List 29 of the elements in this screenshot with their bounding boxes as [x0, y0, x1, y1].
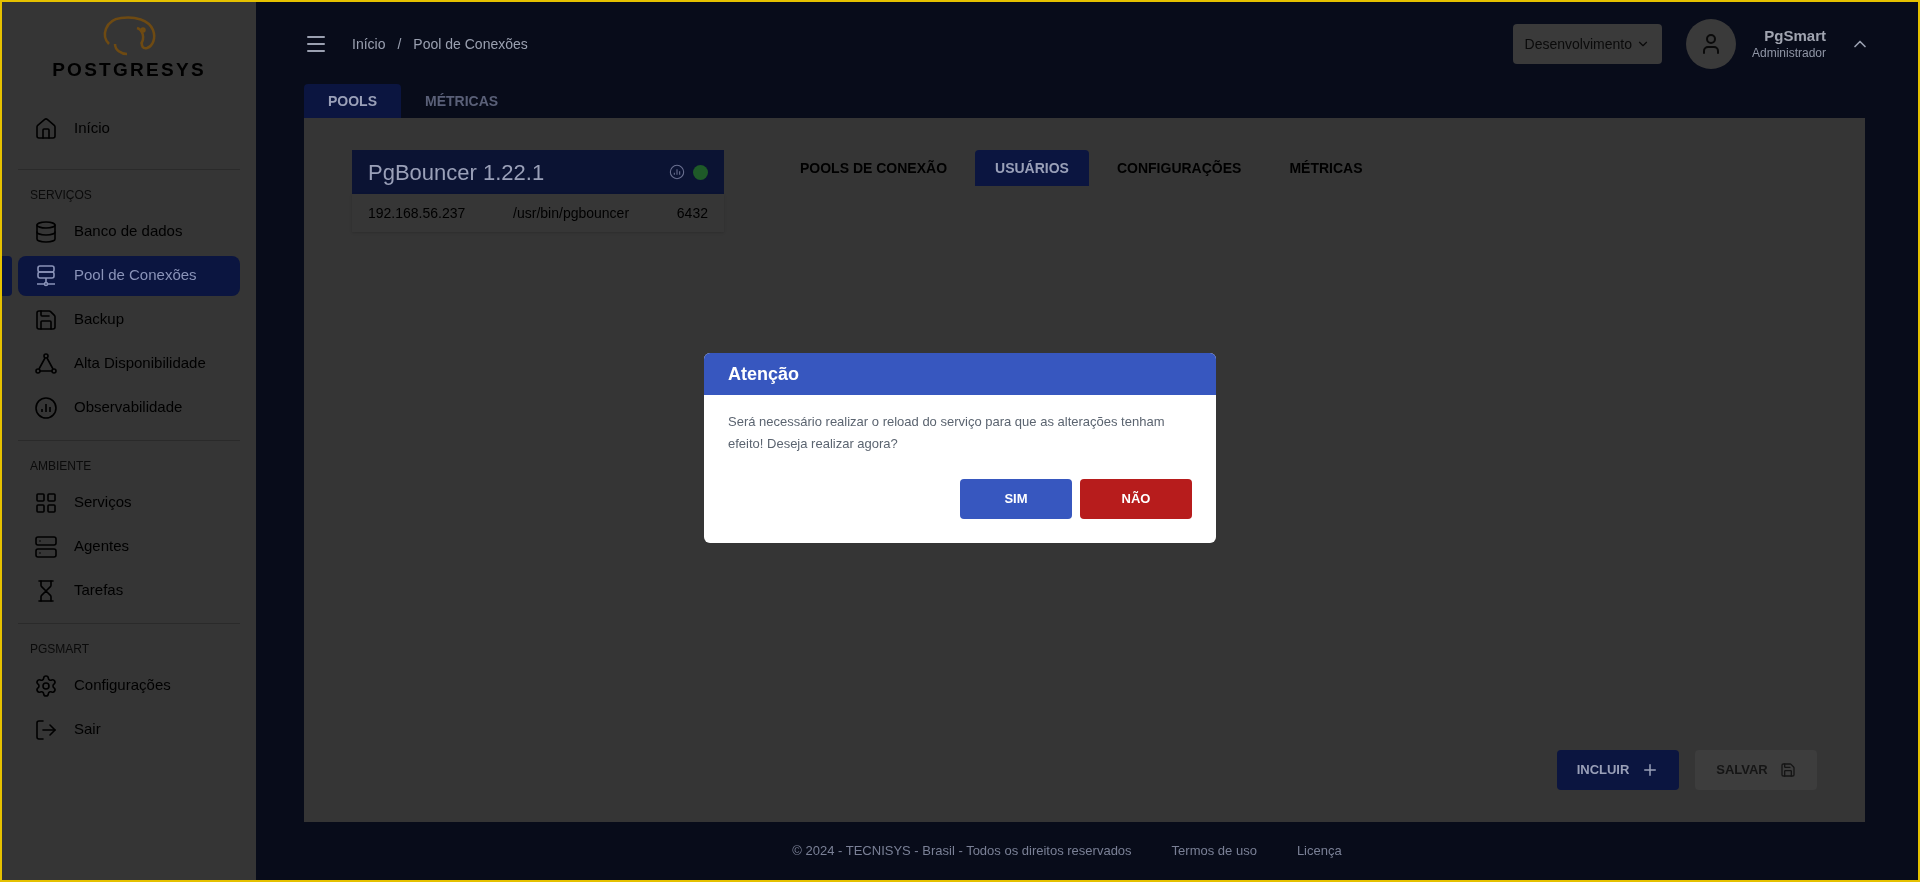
pool-title: PgBouncer 1.22.1 [368, 158, 546, 187]
house-icon [34, 116, 58, 141]
sidebar-item[interactable]: Pool de Conexões [18, 255, 240, 296]
footer-link[interactable]: Licença [1296, 841, 1342, 861]
confirm-button[interactable]: SIM [960, 479, 1072, 519]
breadcrumb-link[interactable]: Início [352, 33, 386, 55]
chart-circle-icon[interactable] [669, 164, 685, 180]
breadcrumb-link[interactable]: Pool de Conexões [413, 33, 528, 55]
cancel-button[interactable]: NÃO [1080, 479, 1192, 519]
user-role: Administrador [1751, 45, 1826, 61]
tab[interactable]: POOLS [304, 84, 401, 118]
chart-circle-icon [34, 395, 58, 420]
grid-icon [34, 490, 58, 515]
user-name: PgSmart [1764, 27, 1826, 46]
settings-icon [34, 673, 58, 698]
tab[interactable]: MÉTRICAS [401, 84, 523, 118]
copyright-text: © 2024 - TECNISYS - Brasil - Todos os direitos reservados [792, 842, 1132, 861]
dialog-message: Será necessário realizar o reload do serviço para que as alterações tenham efeito! Deseja realizar agora? [727, 413, 1166, 453]
logout-icon [34, 717, 58, 742]
server-icon [34, 534, 58, 559]
breadcrumb-separator: / [397, 34, 402, 54]
tab[interactable]: USUÁRIOS [975, 150, 1089, 186]
database-icon [34, 219, 58, 244]
server-network-icon [34, 263, 58, 288]
triangle-nodes-icon [34, 351, 58, 376]
active-indicator [2, 255, 12, 296]
add-button[interactable]: INCLUIR [1557, 750, 1679, 790]
dialog-title: Atenção [728, 362, 799, 386]
footer-link[interactable]: Termos de uso [1171, 841, 1257, 861]
